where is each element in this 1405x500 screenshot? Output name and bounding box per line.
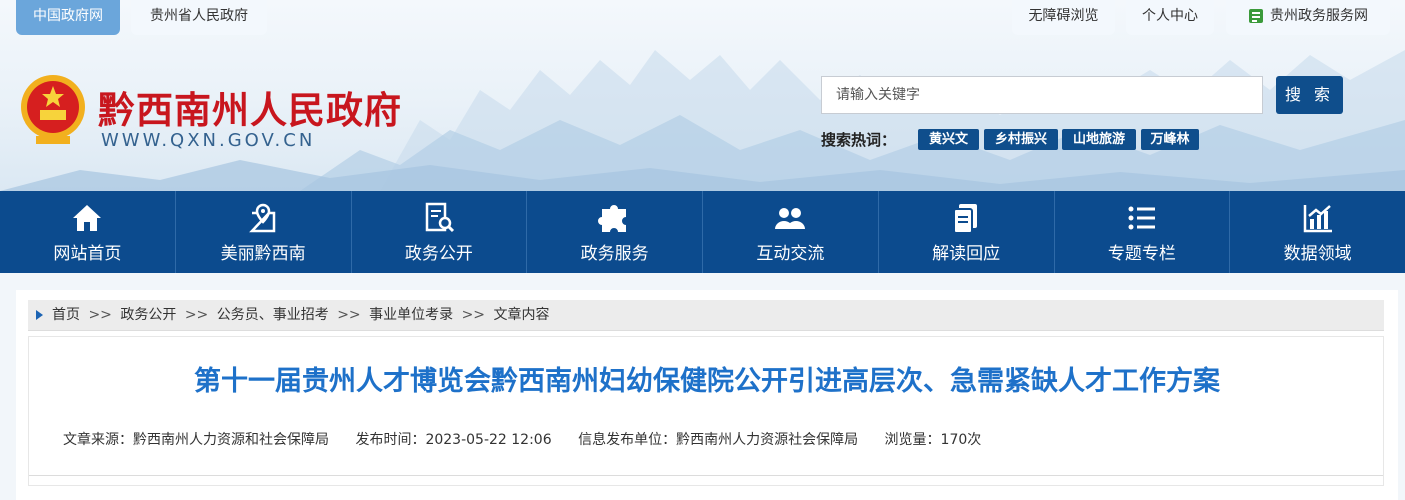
nav-label: 数据领域 (1283, 243, 1352, 264)
breadcrumb-arrow-icon (36, 310, 43, 320)
people-icon (775, 207, 806, 229)
nav-item-gov-affairs-open[interactable]: 政务公开 (352, 191, 528, 273)
top-link-china-gov[interactable]: 中国政府网 (16, 0, 120, 35)
site-name: 黔西南州人民政府 (98, 88, 402, 132)
breadcrumb-separator: >> (337, 307, 361, 323)
article-publisher: 信息发布单位：黔西南州人力资源社会保障局 (578, 432, 859, 448)
list-icon (1128, 206, 1155, 229)
puzzle-icon (597, 204, 626, 232)
top-link-personal-center[interactable]: 个人中心 (1126, 0, 1214, 35)
chart-icon (1303, 204, 1332, 232)
top-link-guizhou-gov[interactable]: 贵州省人民政府 (131, 0, 267, 35)
top-link-service-net[interactable]: 贵州政务服务网 (1226, 0, 1390, 35)
home-icon (73, 204, 102, 231)
national-emblem-logo (21, 75, 85, 144)
breadcrumb-gov-affairs[interactable]: 政务公开 (120, 307, 176, 323)
nav-label: 解读回应 (932, 243, 1001, 264)
top-link-accessibility[interactable]: 无障碍浏览 (1012, 0, 1115, 35)
hot-term-tag[interactable]: 万峰林 (1141, 129, 1199, 150)
breadcrumb-separator: >> (184, 307, 209, 323)
nav-item-beautiful-qxn[interactable]: 美丽黔西南 (176, 191, 352, 273)
breadcrumb-separator: >> (88, 307, 112, 323)
hot-terms-label: 搜索热词： (821, 131, 897, 149)
article-meta: 文章来源：黔西南州人力资源和社会保障局 发布时间：2023-05-22 12:0… (63, 429, 1003, 449)
nav-item-interpretation[interactable]: 解读回应 (879, 191, 1055, 273)
hot-term-tag[interactable]: 黄兴文 (918, 129, 979, 150)
nav-item-gov-services[interactable]: 政务服务 (527, 191, 703, 273)
nav-item-interaction[interactable]: 互动交流 (703, 191, 879, 273)
breadcrumb-home[interactable]: 首页 (52, 307, 80, 323)
breadcrumb-institution-exam[interactable]: 事业单位考录 (369, 307, 453, 323)
main-nav: 网站首页 美丽黔西南 政务公开 政务服务 互动交流 解读回应 专题专栏 数据领域 (0, 191, 1405, 273)
service-net-label: 贵州政务服务网 (1270, 8, 1368, 24)
document-search-icon (425, 202, 454, 232)
breadcrumb-current: 文章内容 (493, 307, 550, 323)
site-header: 中国政府网 贵州省人民政府 无障碍浏览 个人中心 贵州政务服务网 黔西南州人民政… (0, 0, 1405, 191)
hot-term-tag[interactable]: 山地旅游 (1062, 129, 1136, 150)
nav-label: 网站首页 (53, 243, 122, 264)
article-publish-time: 发布时间：2023-05-22 12:06 (355, 432, 552, 448)
nav-label: 政务服务 (580, 243, 649, 264)
nav-item-home[interactable]: 网站首页 (0, 191, 176, 273)
breadcrumb: 首页 >> 政务公开 >> 公务员、事业招考 >> 事业单位考录 >> 文章内容 (28, 300, 1384, 331)
map-pin-icon (249, 203, 276, 232)
documents-icon (953, 203, 978, 234)
article: 第十一届贵州人才博览会黔西南州妇幼保健院公开引进高层次、急需紧缺人才工作方案 文… (28, 336, 1384, 486)
search-button[interactable]: 搜 索 (1276, 76, 1343, 114)
site-url: WWW.QXN.GOV.CN (101, 130, 316, 151)
nav-label: 专题专栏 (1107, 243, 1176, 264)
breadcrumb-recruitment[interactable]: 公务员、事业招考 (217, 307, 329, 323)
article-title: 第十一届贵州人才博览会黔西南州妇幼保健院公开引进高层次、急需紧缺人才工作方案 (194, 366, 1220, 397)
service-net-icon (1249, 9, 1263, 23)
nav-label: 政务公开 (404, 243, 473, 264)
hot-term-tag[interactable]: 乡村振兴 (984, 129, 1058, 150)
article-divider (29, 475, 1383, 476)
content-panel: 首页 >> 政务公开 >> 公务员、事业招考 >> 事业单位考录 >> 文章内容… (16, 290, 1398, 500)
article-views: 浏览量：170次 (884, 432, 982, 448)
article-source: 文章来源：黔西南州人力资源和社会保障局 (63, 432, 329, 448)
nav-item-special-topics[interactable]: 专题专栏 (1055, 191, 1231, 273)
search-input[interactable] (821, 76, 1263, 114)
nav-label: 美丽黔西南 (220, 243, 306, 264)
nav-item-data-field[interactable]: 数据领域 (1230, 191, 1405, 273)
breadcrumb-separator: >> (461, 307, 486, 323)
nav-label: 互动交流 (756, 243, 825, 264)
